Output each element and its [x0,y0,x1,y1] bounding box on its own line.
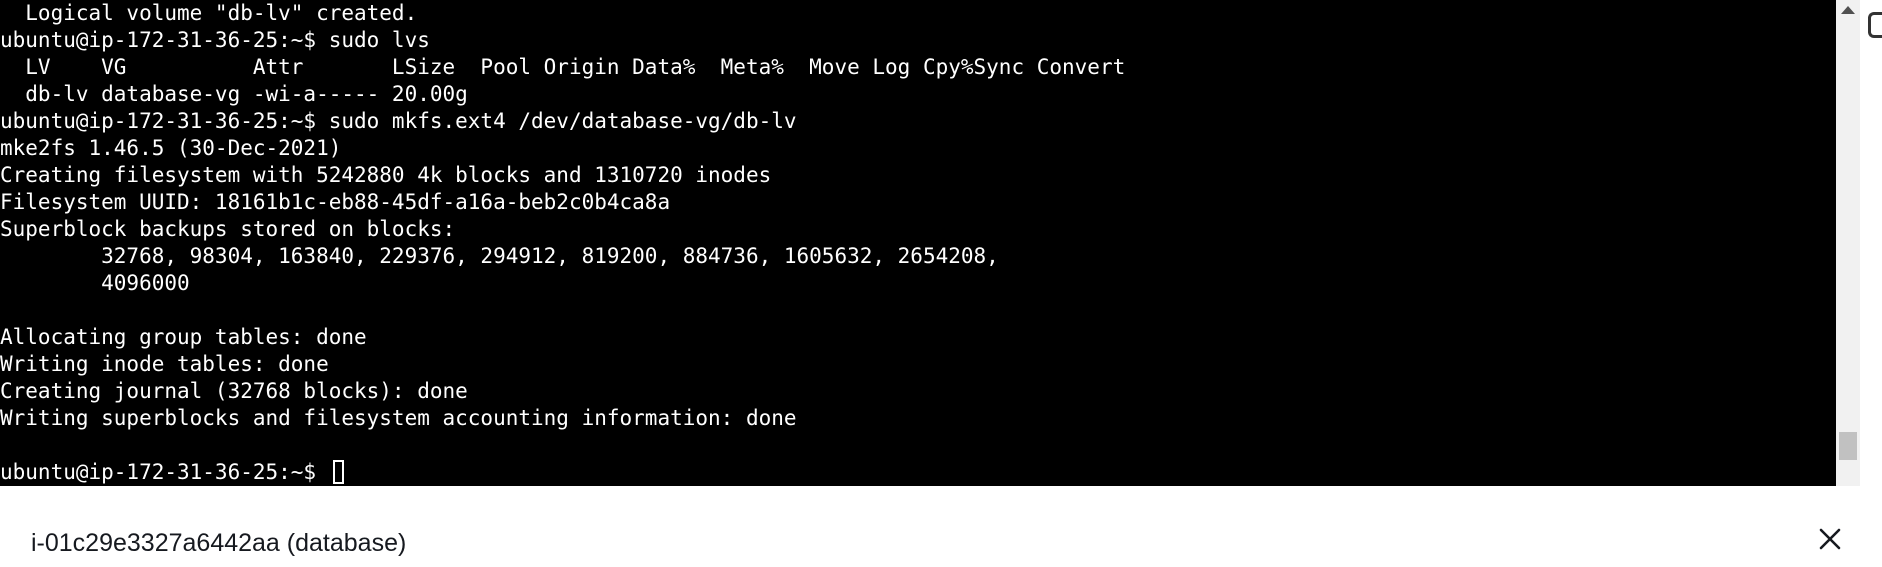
terminal-line: ubuntu@ip-172-31-36-25:~$ sudo mkfs.ext4… [0,109,797,133]
terminal-line: Creating filesystem with 5242880 4k bloc… [0,163,772,187]
terminal-line: Logical volume "db-lv" created. [0,1,418,25]
terminal-line: Writing inode tables: done [0,352,329,376]
close-icon[interactable] [1815,524,1845,554]
page-edge-icon [1868,12,1882,38]
instance-id-label: i-01c29e3327a6442aa (database) [31,529,407,557]
terminal-line: Writing superblocks and filesystem accou… [0,406,797,430]
terminal-cursor [332,460,344,484]
terminal-line: 4096000 [0,271,190,295]
terminal-prompt: ubuntu@ip-172-31-36-25:~$ [0,460,329,484]
terminal-prompt-line[interactable]: ubuntu@ip-172-31-36-25:~$ [0,459,1125,486]
terminal-line: 32768, 98304, 163840, 229376, 294912, 81… [0,244,999,268]
terminal-output: Logical volume "db-lv" created. ubuntu@i… [0,0,1125,486]
terminal-line: Filesystem UUID: 18161b1c-eb88-45df-a16a… [0,190,671,214]
terminal-line: Creating journal (32768 blocks): done [0,379,468,403]
terminal-scrollbar[interactable] [1836,0,1860,486]
terminal-line: db-lv database-vg -wi-a----- 20.00g [0,82,468,106]
terminal-window[interactable]: Logical volume "db-lv" created. ubuntu@i… [0,0,1836,486]
terminal-line: Superblock backups stored on blocks: [0,217,456,241]
terminal-line: Allocating group tables: done [0,325,367,349]
instance-info-bar: i-01c29e3327a6442aa (database) [0,486,1882,567]
terminal-line: ubuntu@ip-172-31-36-25:~$ sudo lvs [0,28,430,52]
terminal-line: LV VG Attr LSize Pool Origin Data% Meta%… [0,55,1126,79]
scrollbar-thumb[interactable] [1839,432,1857,460]
scroll-up-arrow-icon[interactable] [1841,6,1855,14]
terminal-line: mke2fs 1.46.5 (30-Dec-2021) [0,136,342,160]
